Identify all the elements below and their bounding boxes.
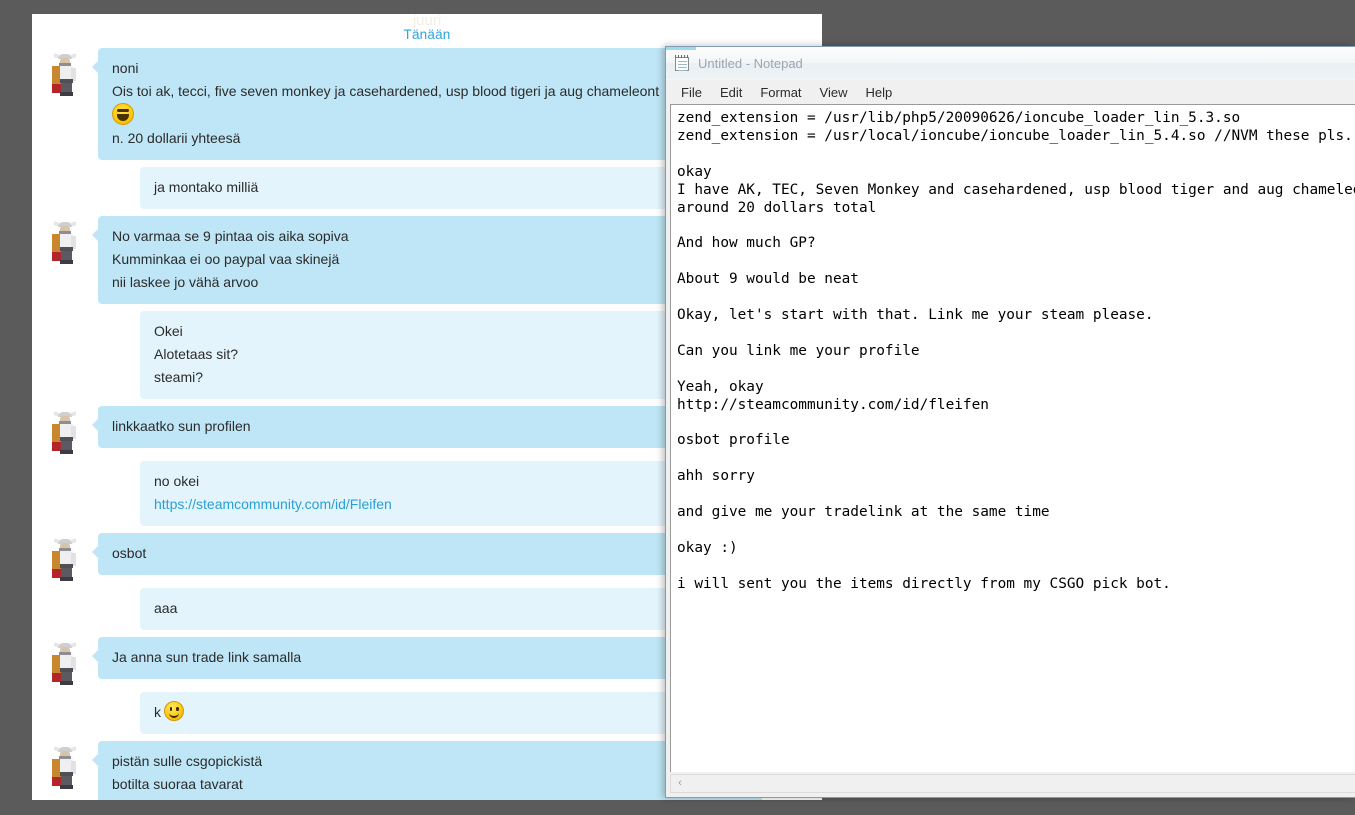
window-accent-stripe	[666, 47, 696, 50]
chat-faded-previous-text: juuri	[412, 14, 442, 28]
laughing-emoji-icon	[112, 103, 134, 125]
message-line: osbot	[112, 545, 147, 561]
viking-avatar-icon	[50, 411, 81, 454]
avatar[interactable]	[32, 533, 98, 581]
viking-avatar-icon	[50, 746, 81, 789]
smiling-emoji-icon	[164, 701, 184, 721]
avatar-placeholder	[74, 588, 140, 594]
avatar-placeholder	[74, 461, 140, 467]
message-line: No varmaa se 9 pintaa ois aika sopiva	[112, 228, 349, 244]
menu-item-view[interactable]: View	[811, 83, 857, 102]
notepad-horizontal-scrollbar[interactable]: ‹	[670, 774, 1355, 793]
avatar-placeholder	[74, 167, 140, 173]
viking-avatar-icon	[50, 221, 81, 264]
notepad-icon	[674, 54, 691, 72]
message-line: Ja anna sun trade link samalla	[112, 649, 302, 665]
message-line: k	[154, 704, 161, 720]
scroll-left-arrow-icon[interactable]: ‹	[671, 775, 689, 792]
message-line: Kumminkaa ei oo paypal vaa skinejä	[112, 251, 340, 267]
notepad-text-content[interactable]: zend_extension = /usr/lib/php5/20090626/…	[671, 105, 1355, 599]
message-line: linkkaatko sun profilen	[112, 418, 251, 434]
message-line: Ois toi ak, tecci, five seven monkey ja …	[112, 83, 660, 99]
menu-item-file[interactable]: File	[672, 83, 711, 102]
avatar-placeholder	[74, 692, 140, 698]
message-bubble: No varmaa se 9 pintaa ois aika sopiva Ku…	[92, 216, 762, 304]
avatar[interactable]	[32, 406, 98, 454]
notepad-window: Untitled - Notepad File Edit Format View…	[665, 46, 1355, 798]
avatar[interactable]	[32, 48, 98, 96]
message-line: botilta suoraa tavarat	[112, 776, 243, 792]
menu-item-help[interactable]: Help	[856, 83, 901, 102]
message-line: pistän sulle csgopickistä	[112, 753, 263, 769]
avatar-placeholder	[74, 311, 140, 317]
message-bubble: noni Ois toi ak, tecci, five seven monke…	[92, 48, 762, 160]
message-bubble: Ja anna sun trade link samalla	[92, 637, 762, 679]
message-line: noni	[112, 60, 139, 76]
menu-item-format[interactable]: Format	[751, 83, 810, 102]
notepad-window-bottom-edge	[666, 793, 1355, 797]
message-bubble: pistän sulle csgopickistä botilta suoraa…	[92, 741, 762, 800]
notepad-text-area[interactable]: zend_extension = /usr/lib/php5/20090626/…	[670, 104, 1355, 772]
message-line: nii laskee jo vähä arvoo	[112, 274, 259, 290]
steam-profile-link[interactable]: https://steamcommunity.com/id/Fleifen	[154, 496, 392, 512]
message-line: n. 20 dollarii yhteesä	[112, 130, 241, 146]
avatar[interactable]	[32, 216, 98, 264]
message-emoji-line	[112, 103, 746, 127]
notepad-titlebar[interactable]: Untitled - Notepad	[666, 47, 1355, 80]
avatar[interactable]	[32, 637, 98, 685]
message-bubble: osbot	[92, 533, 762, 575]
avatar[interactable]	[32, 741, 98, 789]
notepad-menubar: File Edit Format View Help	[666, 80, 1355, 104]
viking-avatar-icon	[50, 642, 81, 685]
menu-item-edit[interactable]: Edit	[711, 83, 751, 102]
notepad-title-text: Untitled - Notepad	[698, 55, 803, 71]
viking-avatar-icon	[50, 53, 81, 96]
desktop-background: juuri Tänään noni Ois toi ak, tecci, fiv…	[0, 0, 1355, 815]
viking-avatar-icon	[50, 538, 81, 581]
message-bubble: linkkaatko sun profilen	[92, 406, 762, 448]
